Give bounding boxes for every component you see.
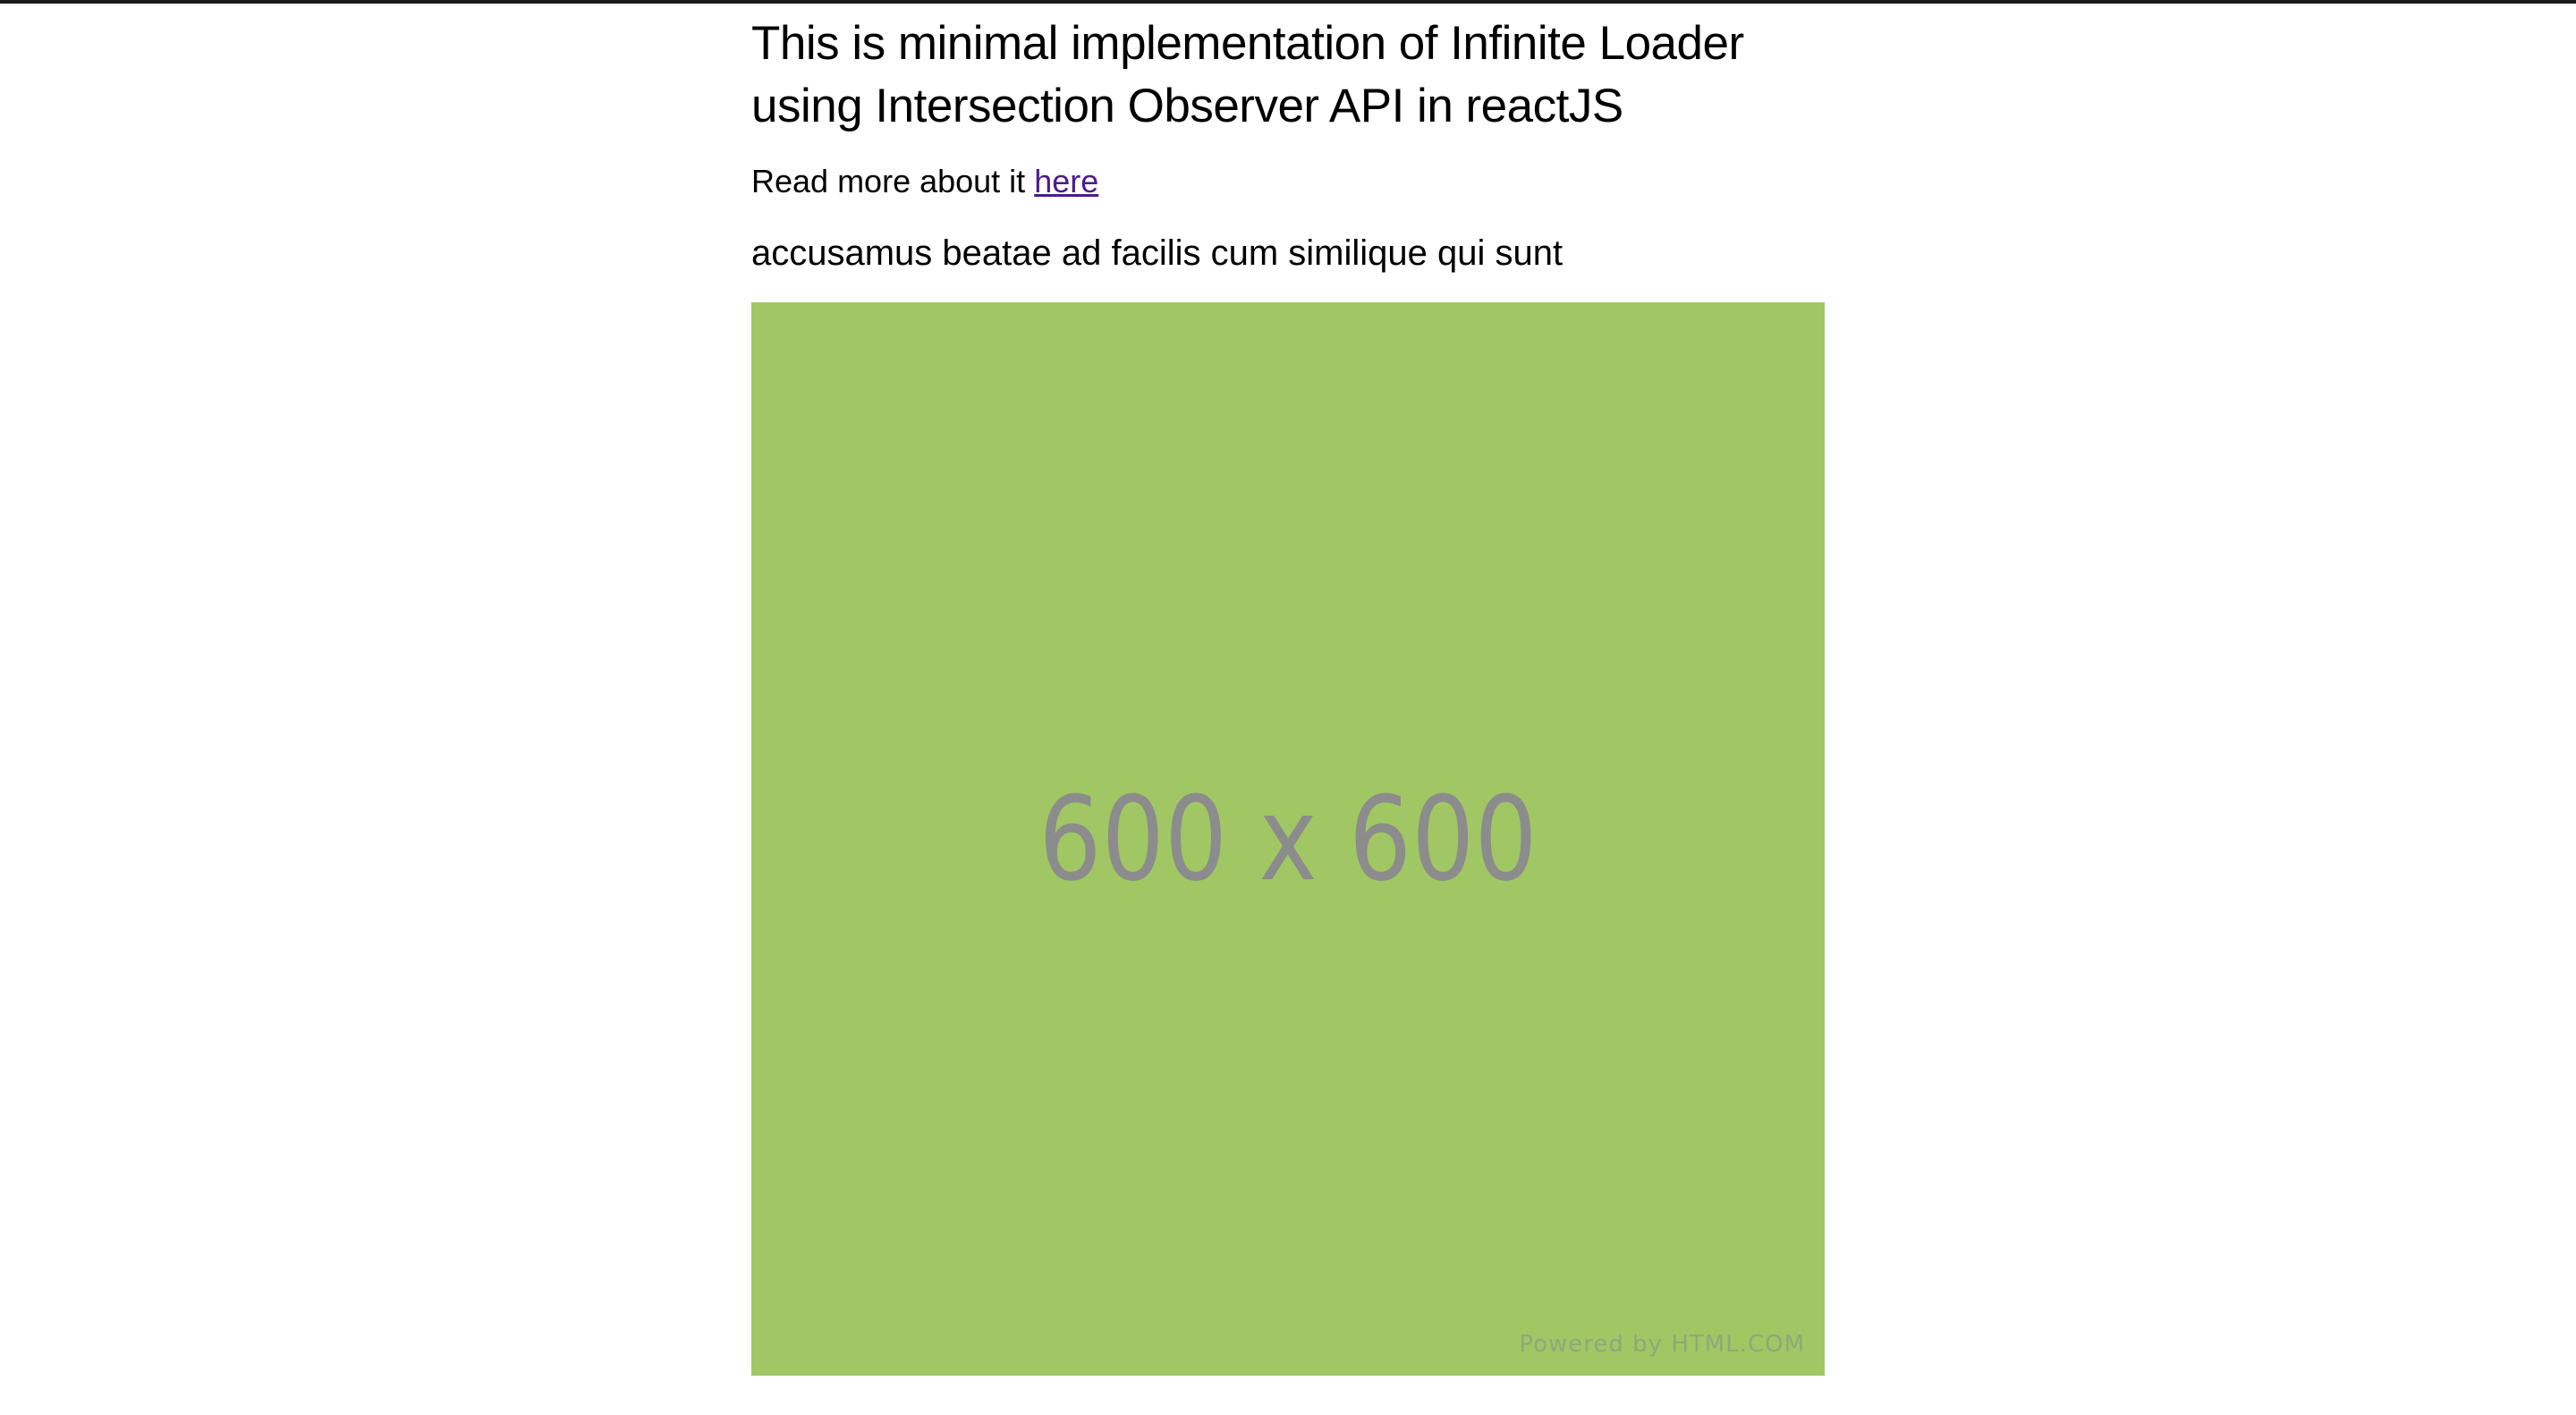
main-content: This is minimal implementation of Infini… xyxy=(751,4,1825,1376)
read-more-prefix: Read more about it xyxy=(751,163,1035,199)
item-title: accusamus beatae ad facilis cum similiqu… xyxy=(751,233,1563,273)
item-image: 600 x 600 Powered by HTML.COM xyxy=(751,302,1825,1376)
image-size-label: 600 x 600 xyxy=(1038,771,1538,907)
page-title: This is minimal implementation of Infini… xyxy=(751,17,1744,132)
read-more-link[interactable]: here xyxy=(1034,163,1098,199)
image-powered-by: Powered by HTML.COM xyxy=(1519,1331,1805,1358)
read-more-text: Read more about it here xyxy=(751,159,1825,204)
list-item: accusamus beatae ad facilis cum similiqu… xyxy=(751,229,1825,1376)
